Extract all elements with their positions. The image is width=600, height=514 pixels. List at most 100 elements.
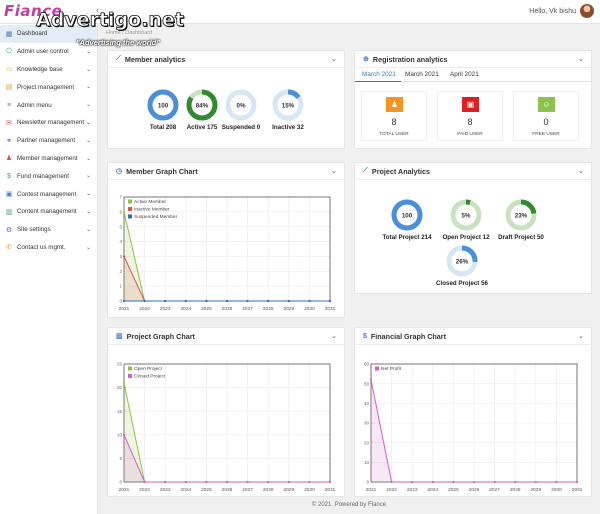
data-point	[122, 210, 126, 213]
chevron-down-icon[interactable]: ⌄	[86, 137, 91, 144]
stat-total-user: ♟ 8 TOTAL USER	[361, 91, 427, 141]
tab-month-3[interactable]: April 2021	[450, 71, 479, 78]
stat-free-user: ☺ 0 FREE USER	[513, 91, 579, 141]
x-tick-label: 2023	[160, 306, 171, 312]
y-tick-label: 20	[364, 440, 370, 445]
clock-icon: ◷	[116, 168, 123, 175]
x-tick-label: 2023	[160, 487, 171, 493]
chevron-down-icon[interactable]: ⌄	[86, 48, 91, 55]
chevron-down-icon[interactable]: ⌄	[86, 208, 91, 215]
donut-label: Inactive 32	[272, 124, 304, 131]
project-graph-card: ▥ Project Graph Chart ⌄ 0 5 10 15 20 25 2021 20…	[107, 327, 345, 497]
circle-plus-icon: ⊕	[363, 56, 369, 63]
sidebar-item-label: Admin user control	[17, 48, 69, 56]
chevron-down-icon[interactable]: ⌄	[86, 244, 91, 251]
x-tick-label: 2025	[448, 487, 459, 493]
data-point	[164, 480, 167, 484]
x-tick-label: 2024	[427, 487, 438, 493]
progress-donut: 15%	[272, 89, 304, 121]
progress-donut: 100	[147, 89, 179, 121]
x-tick-label: 2031	[325, 487, 336, 493]
user-icon: ♟	[386, 97, 403, 112]
chevron-down-icon[interactable]: ⌄	[86, 190, 91, 197]
x-tick-label: 2022	[139, 487, 150, 493]
avatar[interactable]	[580, 4, 594, 18]
y-tick-label: 4	[119, 239, 122, 244]
sidebar-item-label: Member management	[17, 154, 78, 162]
data-point	[390, 480, 393, 484]
sidebar-item-site-settings[interactable]: ⚙ Site settings ⌄	[0, 221, 97, 239]
y-tick-label: 0	[119, 480, 122, 485]
legend-label: Active Member	[134, 199, 166, 205]
legend-swatch	[375, 366, 379, 371]
sidebar-item-label: Knowledge base	[17, 65, 63, 73]
data-point	[472, 480, 476, 484]
chevron-down-icon[interactable]: ⌄	[86, 119, 91, 126]
dollar-icon: $	[363, 332, 367, 340]
chevron-down-icon[interactable]: ⌄	[331, 167, 337, 175]
footer: © 2021. Powered by Fiance	[311, 502, 387, 508]
sidebar-item-label: Newsletter management	[17, 119, 85, 127]
x-tick-label: 2026	[222, 306, 233, 312]
x-tick-label: 2027	[242, 487, 253, 493]
tab-month-2[interactable]: March 2021	[405, 71, 439, 78]
chevron-down-icon[interactable]: ⌄	[578, 167, 584, 175]
tab-month-1[interactable]: March 2021	[362, 71, 396, 78]
chevron-down-icon[interactable]: ⌄	[86, 66, 91, 73]
y-tick-label: 0	[366, 480, 369, 485]
chevron-down-icon[interactable]: ⌄	[86, 155, 91, 162]
y-tick-label: 3	[119, 254, 122, 259]
data-point	[287, 480, 290, 484]
sidebar-item-content-management[interactable]: ▥ Content management ⌄	[0, 203, 97, 221]
member-analytics-header: ⟋ Member analytics	[108, 51, 344, 68]
member-graph-card: ◷ Member Graph Chart ⌄ 0 1 2 3 4 5 6 7 2021 2022 2…	[107, 162, 345, 318]
camera-icon: ▣	[462, 97, 479, 112]
chevron-down-icon[interactable]: ⌄	[331, 332, 337, 340]
sidebar-item-knowledge-base[interactable]: ▭ Knowledge base ⌄	[0, 61, 97, 79]
sidebar-item-partner-management[interactable]: ⚭ Partner management ⌄	[0, 132, 97, 150]
chevron-down-icon[interactable]: ⌄	[86, 101, 91, 108]
sidebar-item-contact-us-mgmt[interactable]: ✆ Contact us mgmt. ⌄	[0, 239, 97, 257]
legend-swatch	[128, 199, 132, 204]
sidebar-menu: ▦ Dashboard ⏻ Admin user control ⌄ ▭ Knowledge…	[0, 24, 97, 256]
sidebar-item-contest-management[interactable]: ▣ Contest management ⌄	[0, 185, 97, 203]
data-point	[225, 299, 229, 303]
y-tick-label: 30	[364, 421, 370, 426]
sidebar-item-newsletter-management[interactable]: ✉ Newsletter management ⌄	[0, 114, 97, 132]
financial-line-chart: 01020304050602021 2022 2023 2024 2025 2026 202…	[364, 362, 583, 493]
y-tick-label: 1	[119, 284, 122, 289]
watermark-text: Advertigo.net	[36, 9, 185, 32]
data-point	[246, 480, 249, 484]
data-point	[143, 299, 146, 303]
x-tick-label: 2024	[180, 306, 191, 312]
sidebar-item-label: Partner management	[17, 137, 76, 145]
x-tick-label: 2024	[180, 487, 191, 493]
y-tick-label: 20	[117, 385, 123, 390]
sidebar-item-label: Contest management	[17, 190, 77, 198]
sidebar-item-fund-management[interactable]: $ Fund management ⌄	[0, 167, 97, 185]
data-point	[184, 480, 187, 484]
chevron-down-icon[interactable]: ⌄	[86, 172, 91, 179]
chevron-down-icon[interactable]: ⌄	[86, 83, 91, 90]
sidebar-item-label: Admin menu	[17, 101, 52, 109]
legend-swatch	[128, 207, 132, 211]
user-greeting[interactable]: Hello, Vk bishu	[529, 8, 576, 15]
x-tick-label: 2029	[283, 487, 294, 493]
stat-label: FREE USER	[532, 132, 560, 137]
x-tick-label: 2031	[325, 306, 336, 312]
y-tick-label: 10	[117, 432, 123, 437]
chevron-down-icon[interactable]: ⌄	[86, 226, 91, 233]
sidebar-item-project-management[interactable]: ▤ Project management ⌄	[0, 78, 97, 96]
data-point	[493, 480, 496, 484]
chevron-down-icon[interactable]: ⌄	[578, 55, 584, 63]
chevron-down-icon[interactable]: ⌄	[331, 55, 337, 63]
donut-label: Closed Project 56	[436, 280, 488, 287]
chevron-down-icon[interactable]: ⌄	[578, 332, 584, 340]
sidebar-item-admin-menu[interactable]: ≡ Admin menu ⌄	[0, 96, 97, 114]
x-tick-label: 2029	[530, 487, 541, 493]
progress-donut: 100	[391, 199, 423, 231]
card-title: Financial Graph Chart	[370, 331, 446, 341]
x-tick-label: 2028	[263, 487, 274, 493]
grid-icon: ▦	[5, 30, 13, 38]
sidebar-item-member-management[interactable]: ♟ Member management ⌄	[0, 150, 97, 168]
